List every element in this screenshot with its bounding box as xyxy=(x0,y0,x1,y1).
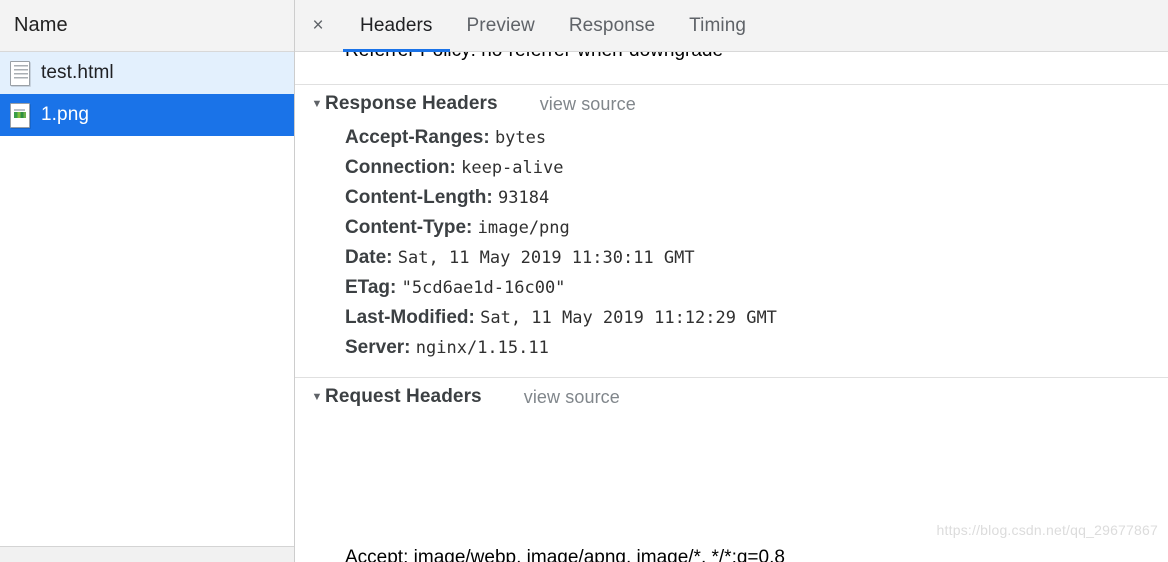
header-name: Content-Type: xyxy=(345,217,473,238)
header-value: no-referrer-when-downgrade xyxy=(481,52,723,61)
header-row-connection: Connection: keep-alive xyxy=(295,153,1168,183)
header-name: Last-Modified: xyxy=(345,307,475,328)
section-response-headers[interactable]: ▼ Response Headers view source xyxy=(295,85,1168,123)
tab-timing[interactable]: Timing xyxy=(672,0,763,52)
header-name: Server: xyxy=(345,337,411,358)
header-name: Accept-Ranges: xyxy=(345,127,490,148)
header-row-accept: Accept: image/webp, image/apng, image/*,… xyxy=(295,545,1168,562)
header-row-etag: ETag: "5cd6ae1d-16c00" xyxy=(295,273,1168,303)
request-list-footer xyxy=(0,546,294,562)
image-icon xyxy=(10,102,30,128)
header-value: Sat, 11 May 2019 11:12:29 GMT xyxy=(480,308,777,328)
request-list: test.html 1.png xyxy=(0,52,294,546)
header-name: Referrer Policy: xyxy=(345,52,476,61)
section-request-headers[interactable]: ▼ Request Headers view source xyxy=(295,378,1168,416)
section-title: Response Headers xyxy=(325,93,498,114)
header-value: bytes xyxy=(494,128,547,148)
section-title: Request Headers xyxy=(325,386,482,407)
watermark: https://blog.csdn.net/qq_29677867 xyxy=(936,522,1158,538)
view-source-link-request[interactable]: view source xyxy=(524,387,620,408)
tab-preview[interactable]: Preview xyxy=(450,0,552,52)
headers-content: Referrer Policy: no-referrer-when-downgr… xyxy=(295,52,1168,562)
list-item-1-png[interactable]: 1.png xyxy=(0,94,294,136)
chevron-down-icon[interactable]: ▼ xyxy=(309,391,325,403)
list-item-label: test.html xyxy=(41,62,114,83)
list-item-test-html[interactable]: test.html xyxy=(0,52,294,94)
header-row-content-type: Content-Type: image/png xyxy=(295,213,1168,243)
header-name: ETag: xyxy=(345,277,397,298)
header-row-referrer-policy: Referrer Policy: no-referrer-when-downgr… xyxy=(295,52,1168,64)
list-item-label: 1.png xyxy=(41,104,90,125)
request-detail-panel: × Headers Preview Response Timing Referr… xyxy=(295,0,1168,562)
header-row-last-modified: Last-Modified: Sat, 11 May 2019 11:12:29… xyxy=(295,303,1168,333)
tab-response[interactable]: Response xyxy=(552,0,672,52)
request-list-header: Name xyxy=(0,0,294,52)
header-value: image/webp, image/apng, image/*, */*;q=0… xyxy=(413,547,785,562)
header-value: Sat, 11 May 2019 11:30:11 GMT xyxy=(397,248,695,268)
close-icon[interactable]: × xyxy=(301,9,335,43)
header-row-date: Date: Sat, 11 May 2019 11:30:11 GMT xyxy=(295,243,1168,273)
header-row-content-length: Content-Length: 93184 xyxy=(295,183,1168,213)
header-value: keep-alive xyxy=(461,158,564,178)
tab-headers[interactable]: Headers xyxy=(343,0,450,52)
chevron-down-icon[interactable]: ▼ xyxy=(309,98,325,110)
document-icon xyxy=(10,60,30,86)
header-name: Date: xyxy=(345,247,393,268)
request-list-panel: Name test.html 1.png xyxy=(0,0,295,562)
header-name: Connection: xyxy=(345,157,456,178)
detail-tabbar: × Headers Preview Response Timing xyxy=(295,0,1168,52)
header-name: Content-Length: xyxy=(345,187,493,208)
header-value: nginx/1.15.11 xyxy=(415,338,549,358)
header-value: "5cd6ae1d-16c00" xyxy=(401,278,566,298)
header-row-server: Server: nginx/1.15.11 xyxy=(295,333,1168,363)
header-name: Accept: xyxy=(345,547,409,562)
header-value: image/png xyxy=(477,218,570,238)
view-source-link-response[interactable]: view source xyxy=(540,94,636,115)
column-header-name[interactable]: Name xyxy=(14,14,68,37)
devtools-network-panel: Name test.html 1.png × Headers Preview R… xyxy=(0,0,1168,562)
header-value: 93184 xyxy=(498,188,550,208)
header-row-accept-ranges: Accept-Ranges: bytes xyxy=(295,123,1168,153)
